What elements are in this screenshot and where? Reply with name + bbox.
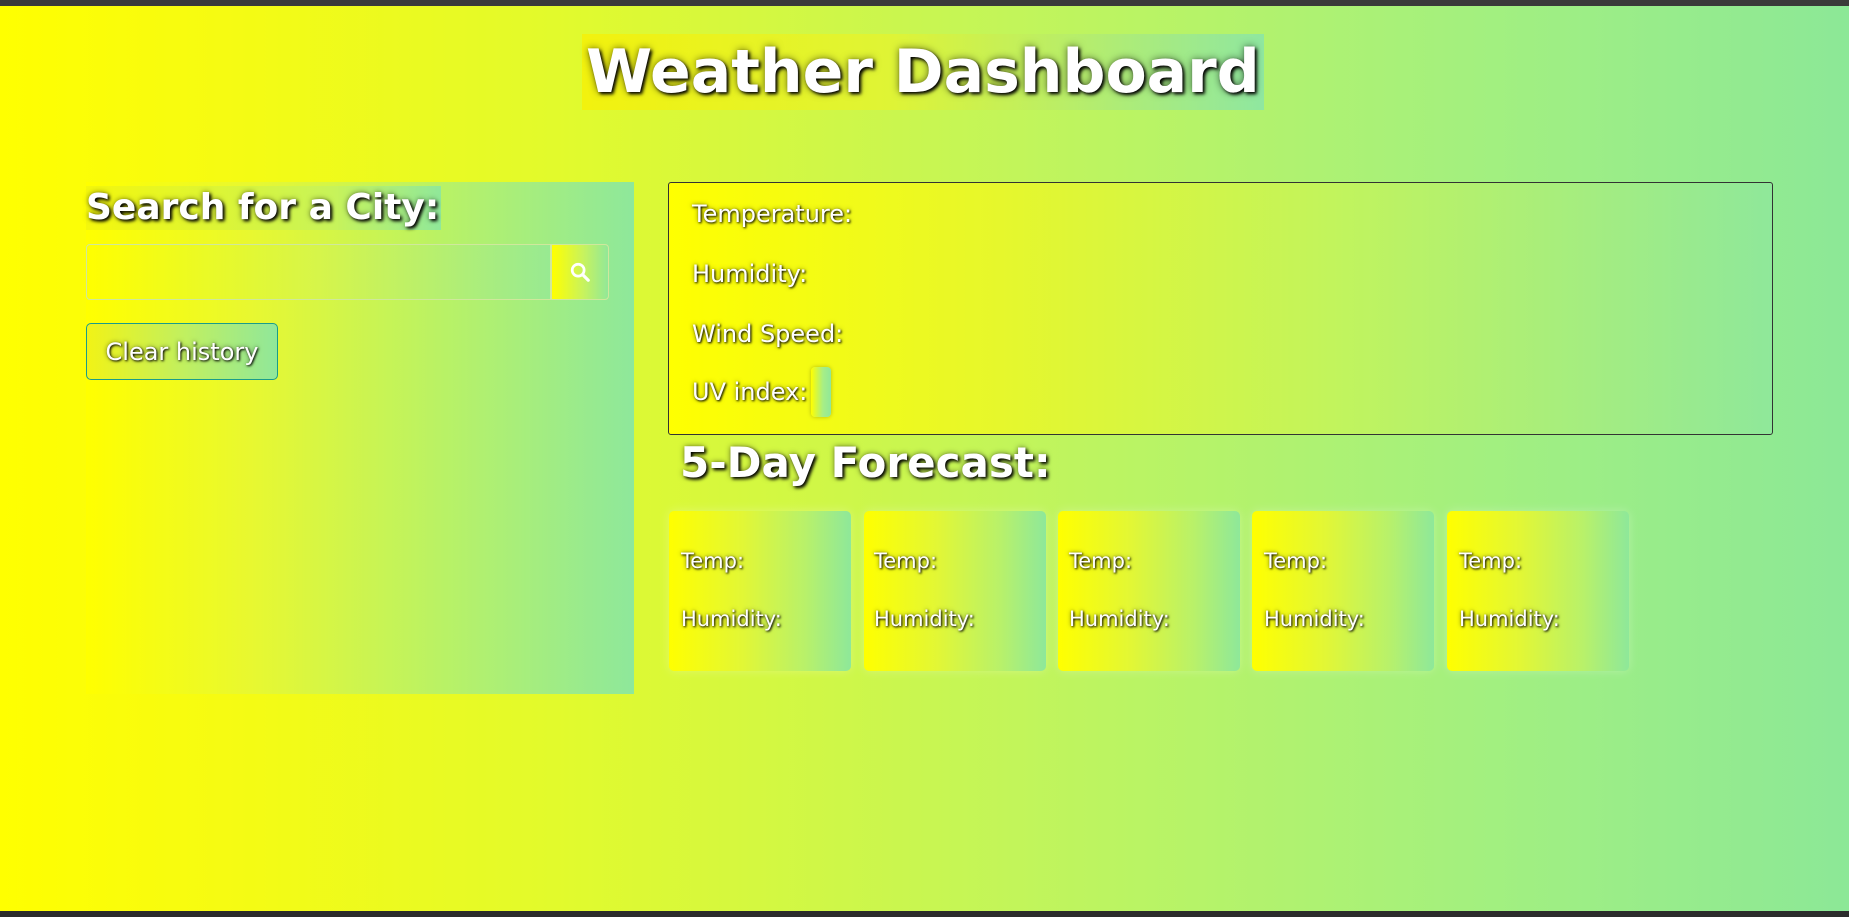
window-bottom-edge <box>0 911 1849 917</box>
forecast-card-5: Temp: Humidity: <box>1447 511 1629 671</box>
uv-index-badge <box>811 367 832 417</box>
forecast-humidity-label: Humidity: <box>1459 607 1560 631</box>
humidity-label: Humidity: <box>692 260 808 288</box>
forecast-humidity-label: Humidity: <box>1264 607 1365 631</box>
forecast-card-4: Temp: Humidity: <box>1252 511 1434 671</box>
forecast-card-1: Temp: Humidity: <box>669 511 851 671</box>
forecast-card-3: Temp: Humidity: <box>1058 511 1240 671</box>
forecast-humidity-label: Humidity: <box>1069 607 1170 631</box>
forecast-temp-label: Temp: <box>1069 549 1133 573</box>
forecast-temp-label: Temp: <box>1459 549 1523 573</box>
city-search-input[interactable] <box>86 244 551 300</box>
forecast-temp-label: Temp: <box>874 549 938 573</box>
temperature-label: Temperature: <box>692 200 853 228</box>
forecast-humidity-label: Humidity: <box>874 607 975 631</box>
forecast-title: 5-Day Forecast: <box>680 438 1051 487</box>
current-weather-panel: Temperature: Humidity: Wind Speed: UV in… <box>668 182 1773 435</box>
search-label: Search for a City: <box>86 186 442 230</box>
app-window: Weather Dashboard Search for a City: Cle… <box>0 6 1849 911</box>
forecast-temp-label: Temp: <box>681 549 745 573</box>
search-button[interactable] <box>551 244 609 300</box>
search-panel: Search for a City: Clear history <box>86 182 634 694</box>
uv-index-row: UV index: <box>692 366 832 418</box>
wind-speed-label: Wind Speed: <box>692 320 844 348</box>
clear-history-button[interactable]: Clear history <box>86 323 278 380</box>
uv-index-label: UV index: <box>692 378 808 406</box>
page-title: Weather Dashboard <box>582 34 1264 110</box>
search-icon <box>570 262 590 282</box>
forecast-card-2: Temp: Humidity: <box>864 511 1046 671</box>
forecast-temp-label: Temp: <box>1264 549 1328 573</box>
forecast-humidity-label: Humidity: <box>681 607 782 631</box>
